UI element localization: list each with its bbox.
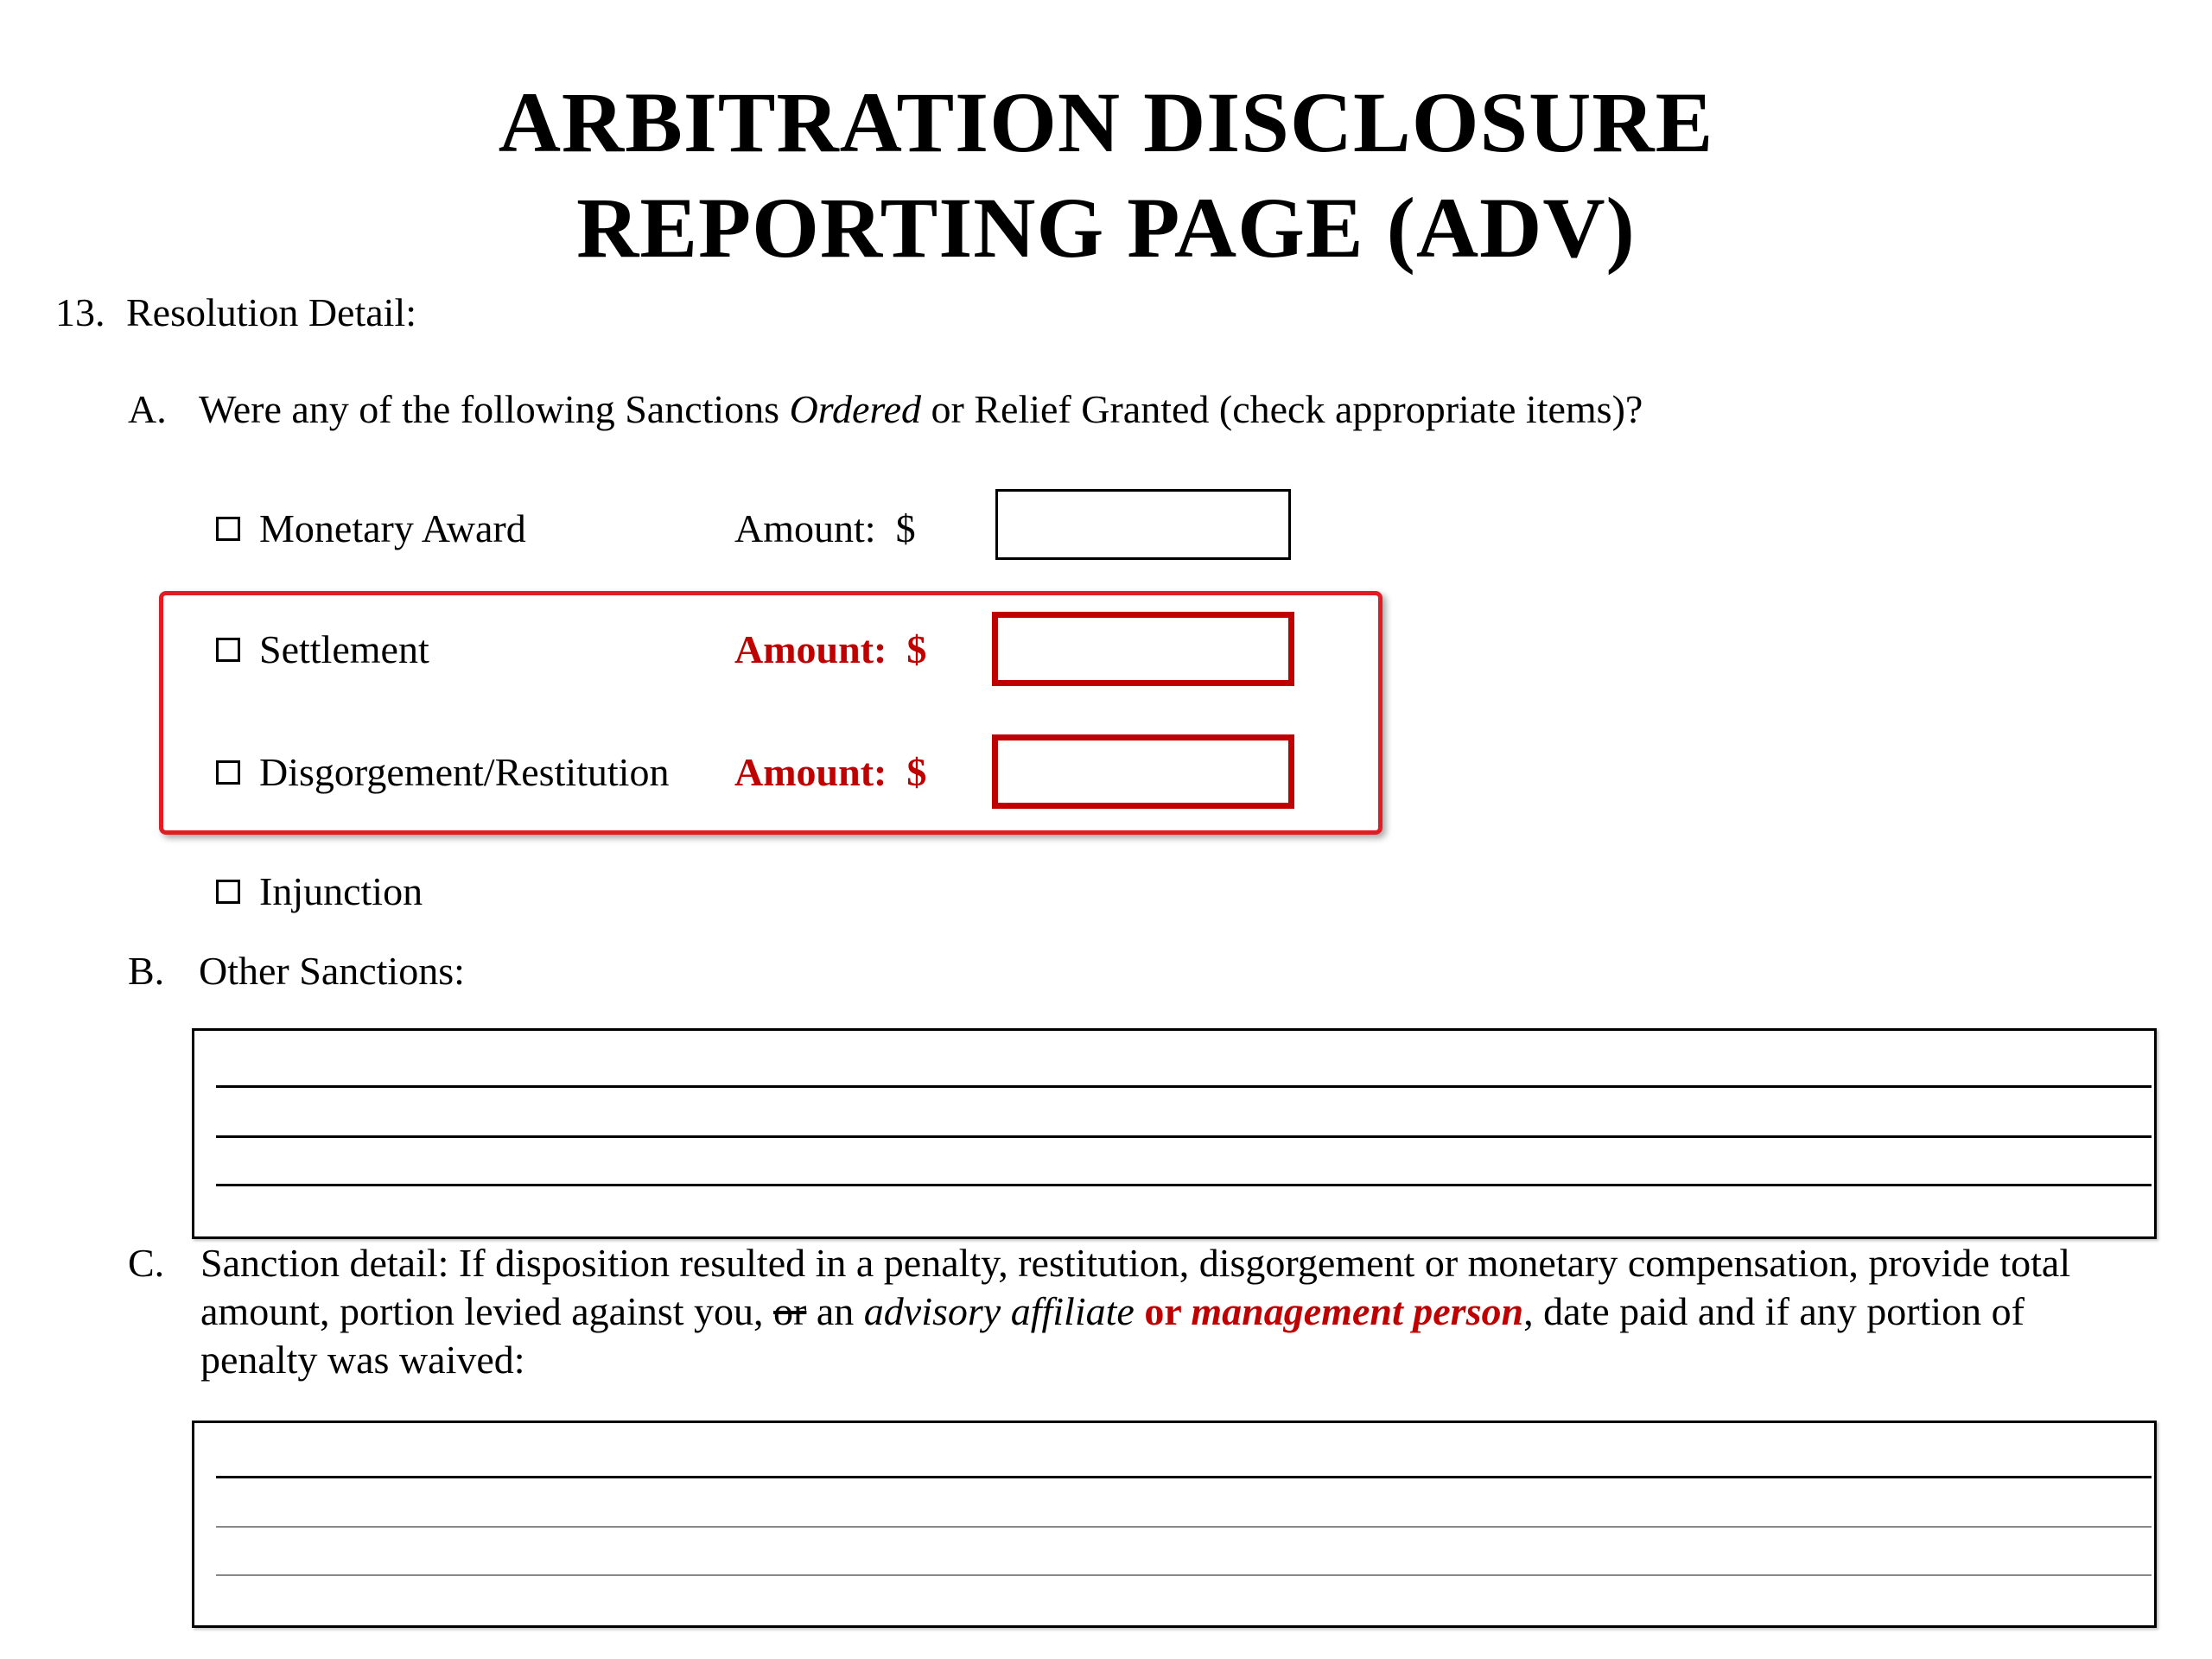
writing-line xyxy=(216,1135,2152,1138)
section-number: 13. xyxy=(55,290,105,334)
part-c-text-c: , date paid and if any portion of xyxy=(1523,1289,2025,1333)
part-c-red-term: management person xyxy=(1191,1289,1524,1333)
part-c-italic-term: advisory affiliate xyxy=(863,1289,1135,1333)
part-c-text-a: amount, portion levied against you, xyxy=(200,1289,774,1333)
monetary-award-amount-label: Amount: $ xyxy=(734,505,916,553)
section-heading: Resolution Detail: xyxy=(126,290,417,334)
part-a-letter: A. xyxy=(128,387,167,431)
injunction-label: Injunction xyxy=(259,869,423,913)
part-c-letter: C. xyxy=(128,1241,165,1285)
settlement-label: Settlement xyxy=(259,627,429,671)
monetary-award-label: Monetary Award xyxy=(259,506,526,550)
page-title-line-2: REPORTING PAGE (ADV) xyxy=(576,180,1636,276)
dollar-sign: $ xyxy=(895,506,916,550)
disgorgement-amount-field[interactable] xyxy=(992,734,1294,809)
amount-word: Amount: xyxy=(734,750,887,794)
amount-word: Amount: xyxy=(734,506,876,550)
writing-line xyxy=(216,1574,2152,1576)
disgorgement-amount-label: Amount: $ xyxy=(734,748,926,797)
part-a-question-text-2: or Relief Granted (check appropriate ite… xyxy=(921,387,1643,431)
writing-line xyxy=(216,1085,2152,1088)
dollar-sign: $ xyxy=(906,627,927,671)
part-b-letter: B. xyxy=(128,949,165,993)
part-a-question-italic: Ordered xyxy=(789,387,922,431)
part-c-text-b: an xyxy=(806,1289,864,1333)
settlement-amount-label: Amount: $ xyxy=(734,626,926,674)
monetary-award-checkbox[interactable] xyxy=(216,517,240,541)
other-sanctions-textarea[interactable] xyxy=(192,1028,2157,1239)
writing-line xyxy=(216,1526,2152,1528)
page-title-line-1: ARBITRATION DISCLOSURE xyxy=(498,74,1714,170)
part-c-line-1: Sanction detail: If disposition resulted… xyxy=(200,1241,2071,1285)
part-b-heading: Other Sanctions: xyxy=(199,949,465,993)
part-c-line-3: penalty was waived: xyxy=(200,1338,525,1382)
amount-word: Amount: xyxy=(734,627,887,671)
part-a-question-text-1: Were any of the following Sanctions xyxy=(199,387,790,431)
disgorgement-label: Disgorgement/Restitution xyxy=(259,750,670,794)
sanction-detail-textarea[interactable] xyxy=(192,1421,2157,1628)
dollar-sign: $ xyxy=(906,750,927,794)
injunction-checkbox[interactable] xyxy=(216,880,240,904)
settlement-amount-field[interactable] xyxy=(992,612,1294,686)
writing-line xyxy=(216,1476,2152,1478)
part-c-line-2: amount, portion levied against you, or a… xyxy=(200,1287,2024,1336)
part-a-question: Were any of the following Sanctions Orde… xyxy=(199,385,1643,434)
writing-line xyxy=(216,1184,2152,1186)
settlement-checkbox[interactable] xyxy=(216,638,240,662)
part-c-red-or: or xyxy=(1134,1289,1192,1333)
part-c-strikethrough: or xyxy=(773,1289,807,1333)
disgorgement-checkbox[interactable] xyxy=(216,760,240,785)
monetary-award-amount-field[interactable] xyxy=(995,489,1291,560)
